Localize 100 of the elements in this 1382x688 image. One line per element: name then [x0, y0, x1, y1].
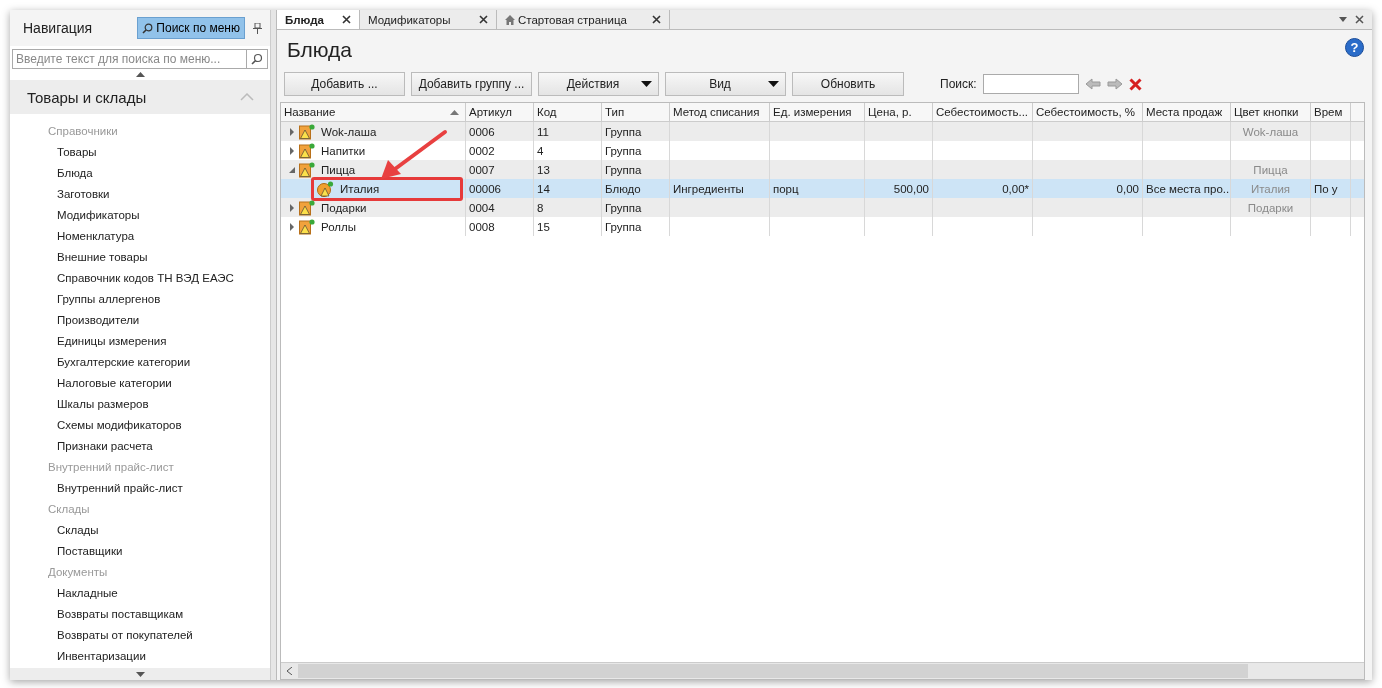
table-cell: 0007 — [469, 163, 495, 176]
table-cell: Италия — [1250, 182, 1291, 195]
expander-icon[interactable] — [288, 146, 296, 155]
column-header[interactable]: Тип — [602, 103, 670, 121]
group-heading: Внутренний прайс-лист — [47, 460, 175, 475]
horizontal-scrollbar[interactable] — [281, 662, 1364, 679]
scroll-up-icon[interactable] — [135, 71, 145, 77]
menu-item[interactable]: Поставщики — [10, 541, 270, 562]
dropdown-icon[interactable] — [1339, 17, 1347, 22]
table-cell: Группа — [605, 163, 642, 176]
expander-icon[interactable] — [288, 203, 296, 212]
menu-item[interactable]: Налоговые категории — [10, 373, 270, 394]
sort-icon — [450, 109, 459, 115]
table-cell: 0,00 — [1116, 182, 1139, 195]
menu-item[interactable]: Накладные — [10, 583, 270, 604]
search-field[interactable] — [982, 74, 1079, 94]
menu-item[interactable]: Внешние товары — [10, 247, 270, 268]
group-heading: Справочники — [47, 124, 119, 139]
table-cell: По у — [1314, 182, 1338, 195]
table-cell: Ингредиенты — [673, 182, 744, 195]
caret-icon — [768, 81, 779, 87]
toolbar-button[interactable]: Добавить группу ... — [411, 72, 532, 96]
column-header[interactable]: Врем — [1311, 103, 1351, 121]
warning-folder-icon — [299, 199, 315, 216]
name-cell: Роллы — [321, 220, 356, 233]
toolbar-button[interactable]: Добавить ... — [284, 72, 405, 96]
clear-icon[interactable] — [1128, 77, 1142, 91]
menu-item[interactable]: Единицы измерения — [10, 331, 270, 352]
menu-item[interactable]: Модификаторы — [10, 205, 270, 226]
pin-icon[interactable] — [253, 22, 262, 34]
table-cell: Все места про... — [1146, 182, 1230, 195]
name-cell: Напитки — [321, 144, 366, 157]
close-icon[interactable] — [479, 15, 488, 24]
table-cell: Wok-лаша — [1242, 125, 1299, 138]
table-cell: Подарки — [1247, 201, 1294, 214]
column-header[interactable]: Места продаж — [1143, 103, 1231, 121]
expander-icon[interactable] — [288, 127, 296, 136]
search-icon — [142, 22, 154, 34]
menu-item[interactable]: Шкалы размеров — [10, 394, 270, 415]
table-cell: Группа — [605, 125, 642, 138]
close-icon[interactable] — [342, 15, 351, 24]
table-cell: 15 — [537, 220, 550, 233]
close-icon[interactable] — [652, 15, 661, 24]
name-cell: Пицца — [321, 163, 356, 176]
toolbar-button[interactable]: Вид — [665, 72, 786, 96]
column-header[interactable]: Цвет кнопки — [1231, 103, 1311, 121]
search-field[interactable]: Введите текст для поиска по меню... — [12, 49, 268, 69]
warning-folder-icon — [299, 142, 315, 159]
close-icon[interactable] — [1355, 15, 1364, 24]
caret-icon — [641, 81, 652, 87]
table-cell: 0,00* — [1002, 182, 1029, 195]
warning-folder-icon — [299, 218, 315, 235]
section-title: Товары и склады — [27, 88, 147, 106]
name-cell: Wok-лаша — [321, 125, 377, 138]
column-header[interactable]: Себестоимость... — [933, 103, 1033, 121]
menu-item[interactable]: Внутренний прайс-лист — [10, 478, 270, 499]
menu-item[interactable]: Инвентаризации — [10, 646, 270, 667]
menu-item[interactable]: Товары — [10, 142, 270, 163]
toolbar-button[interactable]: Действия — [538, 72, 659, 96]
table-cell: 0004 — [469, 201, 495, 214]
column-header[interactable]: Код — [534, 103, 602, 121]
name-cell: Италия — [340, 182, 380, 195]
column-header[interactable]: Ед. измерения — [770, 103, 865, 121]
table-cell: Блюдо — [605, 182, 641, 195]
menu-item[interactable]: Бухгалтерские категории — [10, 352, 270, 373]
menu-item[interactable]: Номенклатура — [10, 226, 270, 247]
toolbar-button[interactable]: Обновить — [792, 72, 904, 96]
group-heading: Документы — [47, 565, 109, 580]
menu-item[interactable]: Блюда — [10, 163, 270, 184]
menu-item[interactable]: Признаки расчета — [10, 436, 270, 457]
menu-item[interactable]: Заготовки — [10, 184, 270, 205]
column-header[interactable]: Себестоимость, % — [1033, 103, 1143, 121]
menu-item[interactable]: Возвраты поставщикам — [10, 604, 270, 625]
table-cell: 11 — [537, 125, 549, 138]
column-header[interactable]: Артикул — [466, 103, 534, 121]
menu-search-button[interactable]: Поиск по меню — [137, 17, 245, 39]
table-cell: Группа — [605, 144, 642, 157]
section-header[interactable]: Товары и склады — [10, 80, 270, 114]
tab[interactable]: Блюда — [277, 10, 360, 29]
menu-item[interactable]: Группы аллергенов — [10, 289, 270, 310]
table-cell: 500,00 — [893, 182, 929, 195]
expander-icon[interactable] — [288, 165, 296, 174]
menu-item[interactable]: Производители — [10, 310, 270, 331]
scroll-down-icon[interactable] — [135, 671, 145, 677]
table-cell: 0008 — [469, 220, 495, 233]
menu-item[interactable]: Склады — [10, 520, 270, 541]
column-header[interactable]: Цена, р. — [865, 103, 933, 121]
column-header[interactable]: Название — [281, 103, 466, 121]
menu-item[interactable]: Справочник кодов ТН ВЭД ЕАЭС — [10, 268, 270, 289]
table-cell: порц — [773, 182, 799, 195]
menu-item[interactable]: Возвраты от покупателей — [10, 625, 270, 646]
column-header[interactable]: Метод списания — [670, 103, 770, 121]
table-cell: 13 — [537, 163, 550, 176]
table-cell: 0006 — [469, 125, 495, 138]
table-cell: 0002 — [469, 144, 495, 157]
expander-icon[interactable] — [288, 222, 296, 231]
scroll-left-icon[interactable] — [286, 667, 292, 675]
help-button[interactable]: ? — [1345, 38, 1364, 57]
table-cell: Пицца — [1253, 163, 1288, 176]
menu-item[interactable]: Схемы модификаторов — [10, 415, 270, 436]
